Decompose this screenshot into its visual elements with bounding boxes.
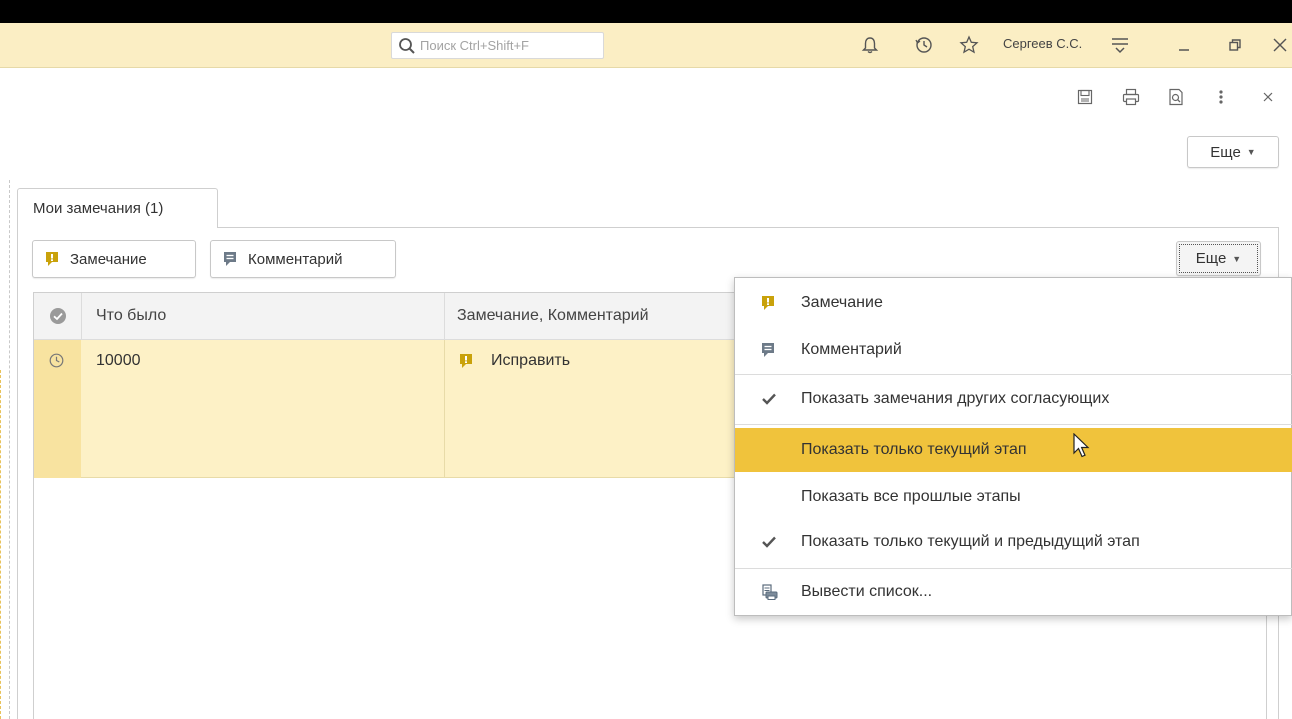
cell-remark-text: Исправить	[491, 352, 571, 369]
screen-top-bar	[0, 0, 1292, 23]
form-more-label: Еще	[1210, 143, 1241, 161]
menu-item-label: Вывести список...	[801, 583, 933, 600]
remark-icon	[45, 251, 59, 267]
remark-icon	[761, 281, 775, 325]
current-user-name[interactable]: Сергеев С.С.	[1003, 36, 1082, 51]
menu-item-label: Показать все прошлые этапы	[801, 488, 1021, 505]
menu-separator	[735, 424, 1292, 425]
remark-icon	[459, 353, 473, 369]
chevron-down-icon: ▼	[1232, 253, 1242, 264]
bell-icon[interactable]	[858, 33, 882, 57]
restore-window-icon[interactable]	[1223, 33, 1247, 57]
menu-item-comment[interactable]: Комментарий	[735, 328, 1292, 372]
more-dropdown-menu: Замечание Комментарий Показать замечания…	[734, 277, 1292, 616]
search-placeholder: Поиск Ctrl+Shift+F	[420, 38, 529, 53]
group-border	[9, 180, 10, 719]
print-icon[interactable]	[1120, 86, 1142, 108]
cell-was: 10000	[96, 352, 141, 369]
close-form-icon[interactable]	[1257, 86, 1279, 108]
check-icon	[761, 520, 777, 564]
close-app-icon[interactable]	[1268, 33, 1292, 57]
menu-item-output-list[interactable]: Вывести список...	[735, 570, 1292, 614]
menu-item-label: Показать замечания других согласующих	[801, 390, 1110, 407]
list-more-label: Еще	[1195, 250, 1227, 267]
add-remark-label: Замечание	[70, 250, 147, 268]
list-more-button[interactable]: Еще ▼	[1176, 241, 1261, 276]
tab-label: Мои замечания (1)	[33, 200, 164, 217]
column-header-was[interactable]: Что было	[96, 293, 166, 339]
menu-separator	[735, 568, 1292, 569]
favorites-star-icon[interactable]	[957, 33, 981, 57]
save-icon[interactable]	[1074, 86, 1096, 108]
form-more-button[interactable]: Еще ▼	[1187, 136, 1279, 168]
menu-item-label: Замечание	[801, 294, 883, 311]
status-column-icon	[49, 293, 67, 339]
column-header-remark[interactable]: Замечание, Комментарий	[457, 293, 649, 339]
comment-icon	[223, 251, 237, 267]
search-input[interactable]: Поиск Ctrl+Shift+F	[391, 32, 604, 59]
add-comment-button[interactable]: Комментарий	[210, 240, 396, 278]
main-menu-icon[interactable]	[1108, 33, 1132, 57]
mouse-cursor-icon	[1073, 432, 1091, 464]
more-actions-icon[interactable]	[1210, 86, 1232, 108]
add-comment-label: Комментарий	[248, 250, 343, 268]
app-titlebar: Поиск Ctrl+Shift+F Сергеев С.С.	[0, 23, 1292, 68]
menu-item-show-current-and-previous[interactable]: Показать только текущий и предыдущий эта…	[735, 520, 1292, 564]
menu-item-remark[interactable]: Замечание	[735, 281, 1292, 325]
menu-item-label: Комментарий	[801, 341, 902, 358]
menu-item-show-others-remarks[interactable]: Показать замечания других согласующих	[735, 377, 1292, 421]
menu-item-label: Показать только текущий и предыдущий эта…	[801, 533, 1140, 550]
tab-my-remarks[interactable]: Мои замечания (1)	[17, 188, 218, 228]
history-icon[interactable]	[912, 33, 936, 57]
preview-icon[interactable]	[1165, 86, 1187, 108]
menu-separator	[735, 374, 1292, 375]
chevron-down-icon: ▼	[1246, 147, 1256, 157]
minimize-icon[interactable]	[1172, 33, 1196, 57]
search-icon	[398, 37, 416, 55]
menu-item-label: Показать только текущий этап	[801, 441, 1027, 458]
check-icon	[761, 377, 777, 421]
clock-icon	[49, 353, 64, 368]
add-remark-button[interactable]: Замечание	[32, 240, 196, 278]
print-list-icon	[761, 570, 779, 614]
cell-remark: Исправить	[459, 352, 570, 370]
active-group-border	[0, 370, 1, 719]
comment-icon	[761, 328, 775, 372]
menu-item-show-current-stage[interactable]: Показать только текущий этап	[735, 428, 1292, 472]
menu-item-show-all-past-stages[interactable]: Показать все прошлые этапы	[735, 475, 1292, 519]
